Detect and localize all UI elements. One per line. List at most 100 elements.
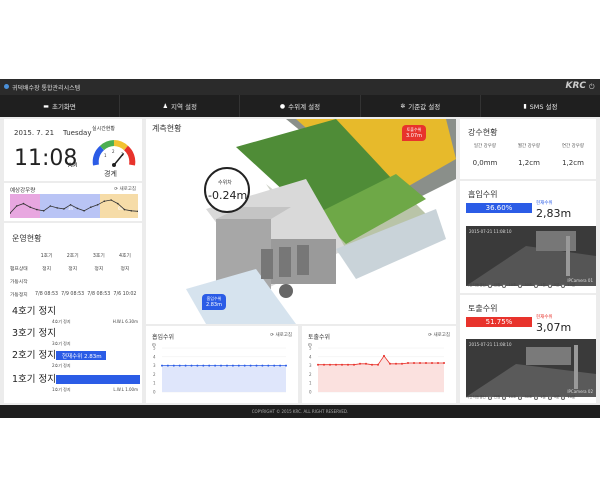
radio-option[interactable]: [487, 395, 492, 400]
gauge-needle: [113, 152, 125, 166]
forecast-refresh-button[interactable]: ⟳ 새로고침: [114, 186, 136, 192]
forecast-point-8: [63, 208, 65, 210]
intake-chart-point-14: [243, 364, 246, 367]
nav-threshold[interactable]: ✲ 기준값 설정: [361, 95, 481, 117]
intake-chart-tick-2: 2: [153, 372, 156, 377]
intake-chart-point-20: [279, 364, 282, 367]
footer: COPYRIGHT © 2015 KRC. ALL RIGHT RESERVED…: [0, 405, 600, 418]
nav-home[interactable]: ▬ 초기화면: [0, 95, 121, 117]
app-window: 귀덕배수장 통합관리시스템 KRC ⏻ ▬ 초기화면 ♟ 지역 설정 ● 수위계 설정…: [0, 79, 600, 418]
nav-sms[interactable]: ▮ SMS 설정: [481, 95, 600, 117]
radio-option[interactable]: [561, 283, 566, 288]
intake-chart-point-5: [190, 364, 193, 367]
outflow-chart-point-9: [371, 363, 373, 366]
outflow-chart-point-11: [383, 354, 385, 357]
radio-option[interactable]: [547, 395, 552, 400]
intake-chart-title: 흡입수위: [152, 334, 175, 341]
rainfall-title: 강수현황: [468, 128, 498, 137]
outflow-chart-point-3: [335, 363, 337, 366]
outflow-chart-area: [318, 355, 444, 392]
outflow-level-badge: 토출수위 3.07m: [402, 125, 426, 141]
outflow-chart-point-20: [437, 362, 439, 364]
radio-option[interactable]: [518, 395, 523, 400]
intake-chart-tick-3: 3: [153, 363, 156, 368]
intake-chart-point-6: [196, 364, 199, 367]
forecast-point-2: [22, 202, 25, 205]
outflow-line-chart: m543210: [308, 342, 445, 395]
intake-level-value: 2,83m: [536, 207, 572, 220]
intake-camera-feed: 2015-07-21 11:08:10 IPCamera 01: [466, 226, 596, 286]
operation-panel: 운영현황 1호기 2호기 3호기 4호기 펌프상태 정지 정지 정지 정지 가동시작 가동정지…: [4, 223, 142, 403]
table-row: 가동시작: [10, 280, 28, 285]
operation-title: 운영현황: [12, 234, 42, 243]
intake-chart-point-21: [285, 364, 287, 367]
outflow-chart-point-15: [407, 362, 409, 364]
outflow-chart-point-6: [353, 363, 355, 366]
brand-logo: KRC: [565, 81, 586, 91]
radio-option[interactable]: [518, 283, 523, 288]
drop-icon: ●: [279, 102, 286, 110]
intake-line-chart: m543210: [152, 342, 287, 395]
radio-option[interactable]: [561, 395, 566, 400]
intake-level-badge: 흡입수위 2.83m: [202, 294, 226, 310]
outflow-chart-point-0: [317, 363, 319, 366]
forecast-point-14: [103, 200, 106, 202]
water-diff-label: 수위차: [218, 180, 232, 186]
outflow-now-label: 현재수위: [536, 315, 553, 320]
radio-option[interactable]: [502, 283, 507, 288]
table-row: 펌프상태 정지 정지 정지 정지: [10, 267, 130, 272]
outflow-chart-tick-0: 0: [309, 390, 312, 395]
table-row: 가동정지 7/8 08:53 7/9 08:53 7/8 08:53 7/6 10:02: [10, 292, 137, 298]
outflow-chart-tick-3: 3: [309, 363, 312, 368]
outflow-refresh-button[interactable]: ⟳ 새로고침: [428, 332, 450, 338]
person-icon: ♟: [162, 102, 168, 110]
alert-gauge: 1 2 3: [92, 140, 136, 167]
water-diff-circle: 수위차 -0.24m: [204, 167, 250, 213]
intake-level-panel: 흡입수위 36.60% 현재수위 2,83m 2015-07-21 11:08:…: [460, 181, 596, 293]
rain-monthly: 월간 강우량 1,2cm: [517, 144, 541, 167]
outflow-level-panel: 토출수위 51.75% 현재수위 3,07m 2015-07-21 11:08:…: [460, 295, 596, 403]
intake-chart-point-0: [161, 364, 163, 367]
app-logo-icon: [4, 84, 9, 89]
intake-chart-point-15: [249, 364, 252, 367]
forecast-point-13: [96, 204, 99, 206]
exit-icon[interactable]: ⏻: [589, 83, 597, 91]
outflow-chart-point-13: [395, 362, 397, 365]
outflow-chart-tick-2: 2: [309, 372, 312, 377]
outflow-chart-point-4: [341, 363, 343, 366]
outflow-chart-point-2: [329, 363, 331, 366]
intake-chart-tick-0: 0: [153, 390, 156, 395]
forecast-point-9: [69, 204, 72, 206]
operation-table: 1호기 2호기 3호기 4호기 펌프상태 정지 정지 정지 정지 가동시작 가동정지 7/8 0…: [10, 249, 138, 301]
nav-region[interactable]: ♟ 지역 설정: [120, 95, 241, 117]
app-title: 귀덕배수장 통합관리시스템: [12, 85, 81, 92]
outflow-chart-point-1: [323, 363, 325, 366]
intake-chart-point-13: [237, 364, 240, 367]
forecast-point-11: [83, 210, 85, 212]
outflow-chart-point-5: [347, 363, 349, 366]
radio-option[interactable]: [534, 395, 539, 400]
intake-chart-tick-1: 1: [153, 381, 156, 386]
forecast-title: 예상강우량: [10, 188, 36, 194]
forecast-panel: 예상강우량 ⟳ 새로고침 3h 6h: [4, 183, 142, 221]
gauge-tick-2: 2: [112, 149, 115, 154]
radio-option[interactable]: [487, 283, 492, 288]
radio-option[interactable]: [534, 283, 539, 288]
intake-refresh-button[interactable]: ⟳ 새로고침: [270, 332, 292, 338]
radio-option[interactable]: [502, 395, 507, 400]
intake-chart-panel: 흡입수위 ⟳ 새로고침 m543210: [146, 326, 298, 403]
operation-header-row: 1호기 2호기 3호기 4호기: [40, 254, 131, 259]
forecast-chart: 3h 6h: [10, 194, 138, 218]
forecast-point-5: [42, 210, 45, 212]
monitor-icon: ▬: [43, 102, 49, 110]
forecast-point-3: [29, 206, 32, 208]
outflow-percent-bar: 51.75%: [466, 317, 532, 327]
rainfall-panel: 강수현황 일간 강우량 0,0mm 월간 강우량 1,2cm 연간 강우량 1,2cm: [460, 119, 596, 179]
nav-gauge[interactable]: ● 수위계 설정: [240, 95, 361, 117]
title-bar: 귀덕배수장 통합관리시스템 KRC ⏻: [0, 79, 600, 95]
radio-option[interactable]: [547, 283, 552, 288]
outflow-level-title: 토출수위: [468, 304, 498, 313]
intake-chart-tick-4: 4: [153, 354, 156, 359]
forecast-legend-3h: 3h: [68, 206, 74, 211]
outflow-chart-point-17: [419, 362, 421, 364]
